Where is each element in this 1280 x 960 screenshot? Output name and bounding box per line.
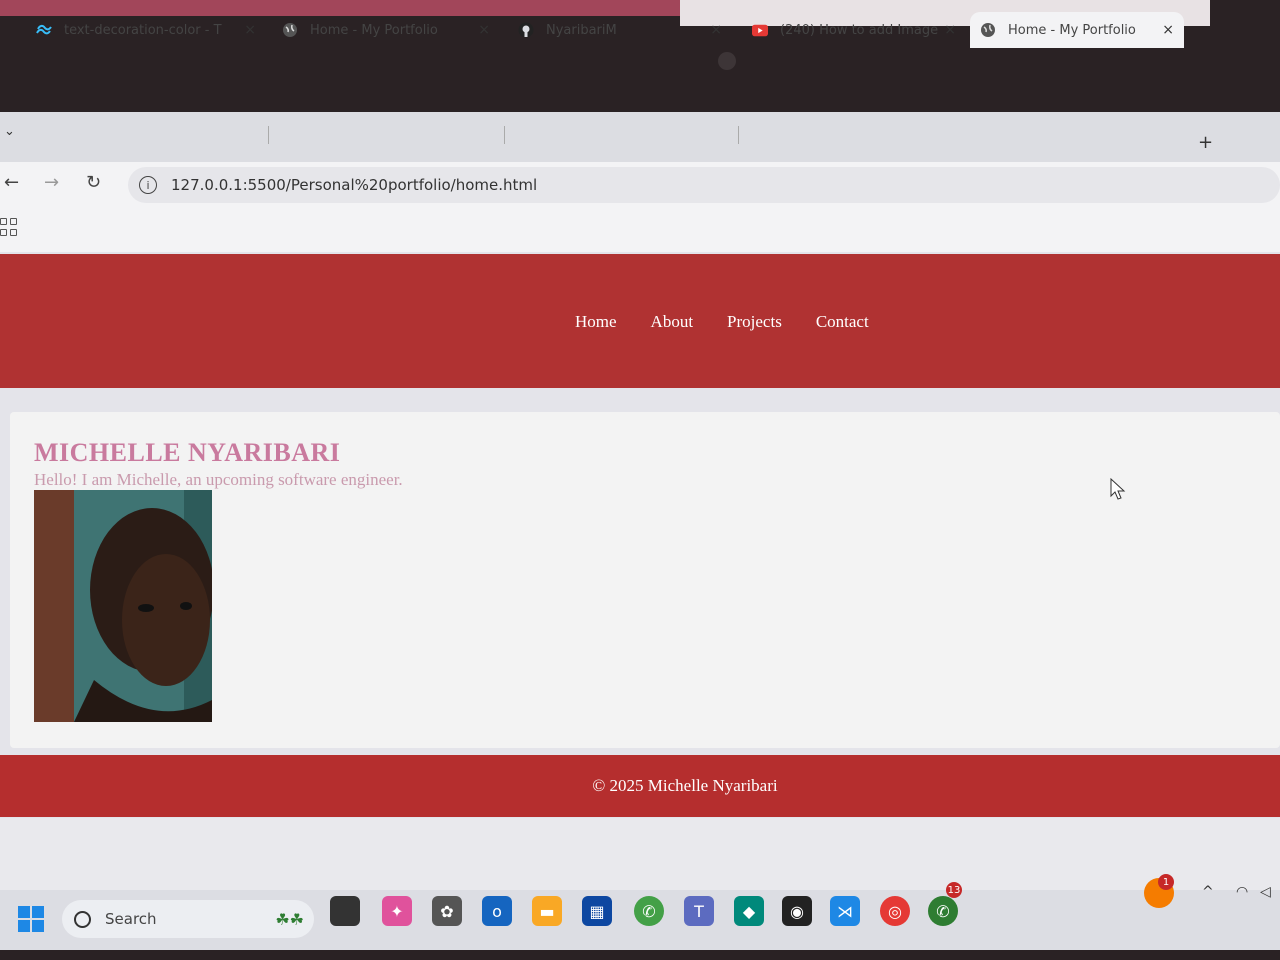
- close-tab-icon[interactable]: ×: [478, 22, 490, 38]
- bookmarks-bar: [0, 208, 1280, 252]
- url-text[interactable]: 127.0.0.1:5500/Personal%20portfolio/home…: [171, 176, 537, 194]
- whatsapp-badge: 13: [946, 882, 962, 898]
- tagline: Hello! I am Michelle, an upcoming softwa…: [34, 470, 403, 489]
- github-desktop-icon[interactable]: ◉: [782, 896, 812, 926]
- close-tab-icon[interactable]: ×: [710, 22, 722, 38]
- tab-1[interactable]: text-decoration-color - T ×: [36, 12, 266, 48]
- page-title: MICHELLE NYARIBARI: [34, 438, 341, 467]
- tailwind-icon: [36, 22, 52, 38]
- chrome-icon[interactable]: ◎: [880, 896, 910, 926]
- portfolio-page: Home About Projects Contact MICHELLE NYA…: [0, 252, 1280, 818]
- tray-chevron-up-icon[interactable]: ^: [1202, 884, 1214, 900]
- tab-title: Home - My Portfolio: [310, 22, 438, 38]
- reload-icon[interactable]: ↻: [86, 172, 101, 193]
- tab-separator: [738, 126, 739, 144]
- tab-title: Home - My Portfolio: [1008, 22, 1136, 38]
- tab-strip: [0, 112, 1280, 162]
- app-icon-2[interactable]: ◆: [734, 896, 764, 926]
- tab-4[interactable]: (240) How to add Image ×: [752, 12, 966, 48]
- task-view-icon[interactable]: [330, 896, 360, 926]
- nav-link-about[interactable]: About: [651, 312, 694, 332]
- globe-icon: [980, 22, 996, 38]
- tab-3[interactable]: NyaribariM ×: [518, 12, 732, 48]
- site-info-icon[interactable]: i: [139, 176, 157, 194]
- site-footer: © 2025 Michelle Nyaribari: [0, 755, 1280, 817]
- tab-title: (240) How to add Image: [780, 22, 939, 38]
- nav-link-contact[interactable]: Contact: [816, 312, 869, 332]
- wifi-icon[interactable]: ◠: [1236, 884, 1248, 900]
- footer-copyright: © 2025 Michelle Nyaribari: [592, 776, 778, 795]
- forward-arrow-icon[interactable]: →: [44, 172, 59, 193]
- globe-icon: [282, 22, 298, 38]
- tab-title: text-decoration-color - T: [64, 22, 222, 38]
- whatsapp-taskbar-icon[interactable]: ✆: [634, 896, 664, 926]
- notification-badge: 1: [1158, 874, 1174, 890]
- vscode-icon[interactable]: ⋊: [830, 896, 860, 926]
- outlook-icon[interactable]: o: [482, 896, 512, 926]
- tab-search-chevron-icon[interactable]: ⌄: [4, 124, 15, 139]
- mouse-cursor-icon: [1110, 477, 1126, 504]
- windows-start-icon[interactable]: [18, 906, 44, 932]
- webcam: [718, 52, 736, 70]
- intro-card: MICHELLE NYARIBARI Hello! I am Michelle,…: [10, 412, 1280, 748]
- nav-link-home[interactable]: Home: [575, 312, 617, 332]
- new-tab-button[interactable]: +: [1198, 132, 1213, 153]
- volume-icon[interactable]: ◁: [1260, 884, 1271, 900]
- apps-grid-icon[interactable]: [0, 218, 18, 236]
- tab-title: NyaribariM: [546, 22, 617, 38]
- close-tab-icon[interactable]: ×: [944, 22, 956, 38]
- youtube-icon: [752, 22, 768, 38]
- close-tab-icon[interactable]: ×: [244, 22, 256, 38]
- file-explorer-icon[interactable]: ▬: [532, 896, 562, 926]
- screen-bezel-bottom: [0, 950, 1280, 960]
- close-tab-icon[interactable]: ×: [1162, 22, 1174, 38]
- copilot-icon[interactable]: ✦: [382, 896, 412, 926]
- app-icon[interactable]: ✿: [432, 896, 462, 926]
- site-nav: Home About Projects Contact: [575, 312, 869, 332]
- github-icon: [518, 22, 534, 38]
- page-blank-area: [0, 818, 1280, 890]
- search-icon: [74, 910, 91, 928]
- back-arrow-icon[interactable]: ←: [4, 172, 19, 193]
- search-label: Search: [105, 910, 157, 928]
- teams-icon[interactable]: T: [684, 896, 714, 926]
- tab-separator: [268, 126, 269, 144]
- nav-link-projects[interactable]: Projects: [727, 312, 782, 332]
- taskbar-search[interactable]: Search ☘☘: [62, 900, 314, 938]
- tab-2[interactable]: Home - My Portfolio ×: [282, 12, 500, 48]
- whatsapp-icon[interactable]: ✆: [928, 896, 958, 926]
- address-bar[interactable]: i 127.0.0.1:5500/Personal%20portfolio/ho…: [128, 167, 1280, 203]
- microsoft-store-icon[interactable]: ▦: [582, 896, 612, 926]
- profile-photo: [34, 490, 212, 722]
- tab-separator: [504, 126, 505, 144]
- tab-5-active[interactable]: Home - My Portfolio ×: [970, 12, 1184, 48]
- site-header: Home About Projects Contact: [0, 254, 1280, 388]
- clover-widget-icon[interactable]: ☘☘: [275, 910, 304, 929]
